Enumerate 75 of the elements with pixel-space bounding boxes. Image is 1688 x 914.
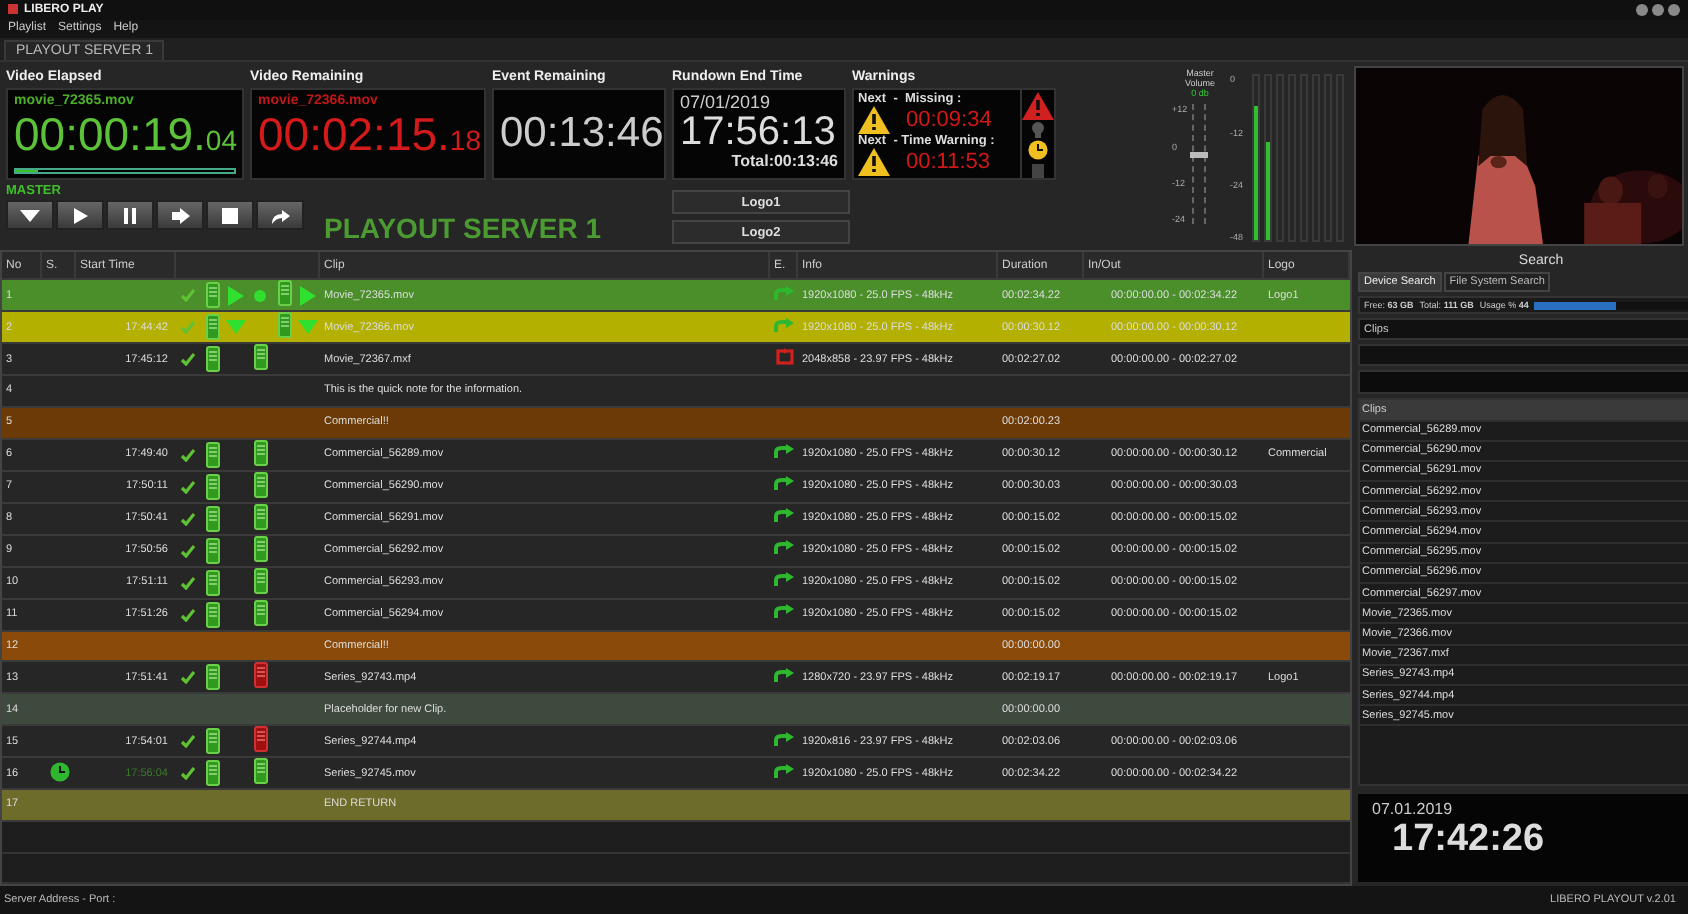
next-button[interactable]: [156, 200, 204, 231]
check-icon: [180, 607, 196, 622]
check-icon: [180, 575, 196, 590]
check-icon: [180, 670, 196, 685]
total-text: Total:00:13:46: [731, 152, 838, 171]
server-icon: [205, 664, 219, 691]
play-button[interactable]: [56, 200, 104, 231]
warning-time: 00:11:53: [906, 150, 991, 175]
server-icon: [205, 314, 219, 341]
date-text: 07/01/2019: [680, 92, 773, 113]
stop-button[interactable]: [206, 200, 254, 231]
volume-slider[interactable]: [1191, 104, 1206, 225]
redo-arrow-icon: [268, 205, 292, 226]
maximize-button[interactable]: [1652, 3, 1664, 16]
warning-icon: [858, 106, 890, 135]
server-icon: [205, 728, 219, 755]
check-icon: [180, 511, 196, 526]
server-icon: [253, 599, 267, 626]
down-triangle-icon: [18, 205, 42, 226]
right-arrow-icon: [168, 205, 192, 226]
server-name: PLAYOUT SERVER 1: [324, 212, 601, 245]
search-field[interactable]: [1358, 370, 1688, 395]
server-icon: [205, 441, 219, 468]
play-icon: [68, 205, 92, 226]
timer-icon: [49, 761, 69, 782]
server-icon: [277, 280, 291, 307]
server-icon: [253, 662, 267, 689]
clock-date: 07.01.2019: [1372, 800, 1455, 819]
elapsed-time: 00:00:19.04: [14, 108, 236, 165]
server-icon: [205, 346, 219, 373]
server-icon: [253, 439, 267, 466]
server-icon: [205, 473, 219, 500]
check-icon: [180, 352, 196, 367]
dot-icon: [254, 289, 266, 302]
list-icon: [1032, 163, 1044, 178]
bulb-icon: [1032, 122, 1044, 139]
play-icon: [300, 285, 316, 306]
server-icon: [253, 471, 267, 498]
clock-time: 17:42:26: [1392, 818, 1547, 863]
server-icon: [253, 503, 267, 530]
warning-time: 00:09:34: [906, 108, 992, 133]
server-icon: [253, 726, 267, 753]
cue-button[interactable]: [6, 200, 54, 231]
cue-icon: [226, 320, 246, 335]
play-icon: [228, 285, 244, 306]
check-icon: [180, 734, 196, 749]
close-button[interactable]: [1668, 3, 1680, 16]
check-icon: [180, 320, 196, 335]
remaining-time: 00:02:15.18: [258, 108, 478, 165]
check-icon: [180, 288, 196, 303]
server-icon: [205, 601, 219, 628]
server-icon: [253, 567, 267, 594]
stop-icon: [218, 205, 242, 226]
app-icon: [8, 4, 18, 15]
event-time: 00:13:46: [500, 108, 658, 161]
server-icon: [205, 569, 219, 596]
clock-icon: [1028, 140, 1048, 161]
server-icon: [205, 282, 219, 309]
minimize-button[interactable]: [1636, 3, 1648, 16]
end-time: 17:56:13: [680, 112, 836, 153]
check-icon: [180, 543, 196, 558]
check-icon: [180, 479, 196, 494]
server-icon: [253, 535, 267, 562]
check-icon: [180, 447, 196, 462]
server-icon: [205, 537, 219, 564]
server-icon: [277, 312, 291, 339]
check-icon: [180, 766, 196, 781]
pause-icon: [118, 205, 142, 226]
skip-button[interactable]: [256, 200, 304, 231]
pause-button[interactable]: [106, 200, 154, 231]
server-icon: [205, 760, 219, 787]
server-icon: [253, 758, 267, 785]
server-icon: [205, 505, 219, 532]
server-icon: [253, 344, 267, 371]
cue-icon: [298, 320, 318, 335]
